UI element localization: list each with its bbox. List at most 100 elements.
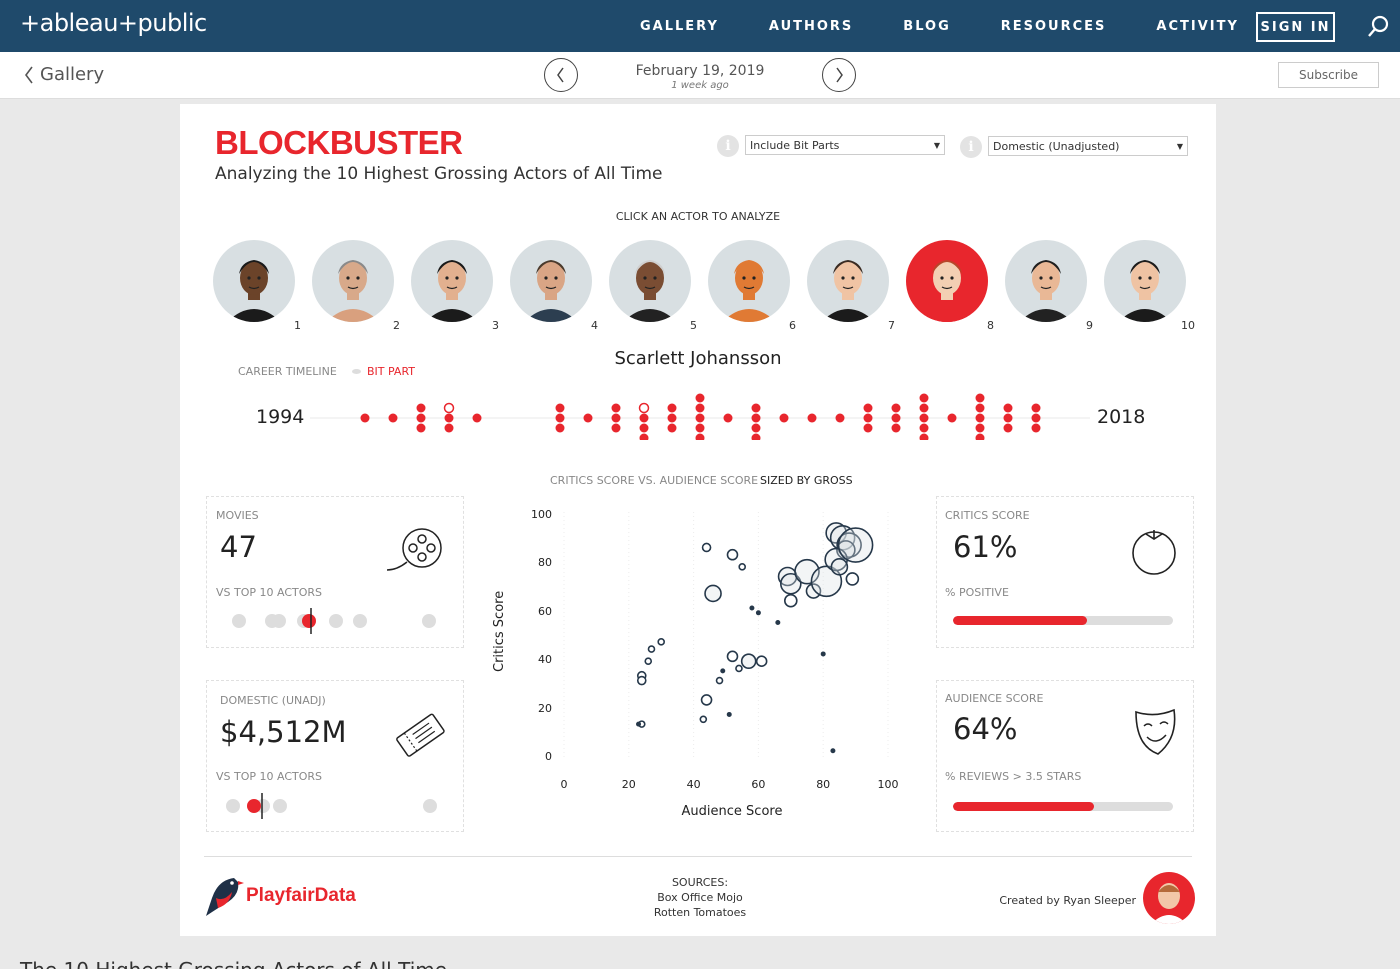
timeline-movie-dot — [555, 423, 565, 433]
search-icon[interactable] — [1367, 14, 1391, 38]
sources-heading: SOURCES: — [671, 876, 729, 889]
audience-sub-label: % REVIEWS > 3.5 STARS — [945, 770, 1082, 783]
info-icon[interactable]: i — [960, 136, 982, 158]
timeline-movie-dot — [807, 413, 817, 423]
actor-face-icon — [1118, 260, 1172, 322]
actor-face-icon — [227, 260, 281, 322]
subscribe-button[interactable]: Subscribe — [1278, 62, 1379, 88]
scatter-size-legend: SIZED BY GROSS — [760, 474, 853, 487]
audience-label: AUDIENCE SCORE — [945, 692, 1044, 705]
ticket-icon — [396, 713, 445, 757]
scatter-x-tick-label: 60 — [751, 778, 766, 791]
timeline-movie-dot — [611, 403, 621, 413]
scatter-movie-bubble — [636, 675, 647, 686]
timeline-end-year: 2018 — [1097, 406, 1146, 428]
timeline-movie-dot — [975, 393, 985, 403]
timeline-movie-dot — [472, 413, 482, 423]
timeline-movie-dot — [695, 403, 705, 413]
critics-value: 61% — [953, 530, 1018, 564]
timeline-movie-dot — [947, 413, 957, 423]
timeline-movie-dot — [583, 413, 593, 423]
chevron-right-icon — [836, 67, 843, 83]
actor-face-icon — [1019, 260, 1073, 322]
scatter-y-tick-label: 100 — [531, 508, 552, 521]
timeline-movie-dot — [919, 413, 929, 423]
timeline-movie-dot — [639, 423, 649, 433]
scatter-movie-bubble — [740, 653, 757, 669]
actor-avatar-5[interactable] — [609, 240, 691, 322]
actor-rank-label: 3 — [492, 319, 499, 332]
caret-down-icon: ▼ — [933, 140, 940, 150]
playfair-brand-text: PlayfairData — [246, 885, 356, 906]
scatter-movie-bubble — [755, 610, 761, 616]
actor-avatar-10[interactable] — [1104, 240, 1186, 322]
sign-in-button[interactable]: SIGN IN — [1256, 12, 1335, 42]
previous-button[interactable] — [544, 58, 578, 92]
scatter-x-tick-label: 100 — [877, 778, 899, 791]
next-button[interactable] — [822, 58, 856, 92]
scatter-movie-bubble — [726, 548, 739, 561]
timeline-movie-dot — [863, 423, 873, 433]
info-icon[interactable]: i — [717, 135, 739, 157]
timeline-movie-dot — [751, 403, 761, 413]
actor-avatar-4[interactable] — [510, 240, 592, 322]
nav-links: GALLERY AUTHORS BLOG RESOURCES ACTIVITY — [640, 0, 1289, 52]
timeline-movie-dot — [1003, 413, 1013, 423]
viz-card: BLOCKBUSTER Analyzing the 10 Highest Gro… — [180, 104, 1216, 936]
actor-rank-label: 5 — [690, 319, 697, 332]
actor-prompt: CLICK AN ACTOR TO ANALYZE — [615, 210, 781, 223]
nav-activity[interactable]: ACTIVITY — [1156, 19, 1239, 34]
timeline-movie-dot — [863, 413, 873, 423]
actor-avatar-9[interactable] — [1005, 240, 1087, 322]
scatter-movie-bubble — [783, 593, 798, 608]
source-box-office-mojo: Box Office Mojo — [657, 891, 743, 904]
playfair-data-logo[interactable]: PlayfairData — [204, 872, 356, 920]
timeline-movie-dot — [975, 423, 985, 433]
actor-avatar-8[interactable] — [906, 240, 988, 322]
timeline-movie-dot — [751, 433, 761, 440]
sub-toolbar: Gallery February 19, 2019 1 week ago Sub… — [0, 52, 1400, 99]
timeline-movie-dot — [919, 403, 929, 413]
actor-rank-label: 7 — [888, 319, 895, 332]
scatter-x-axis-label: Audience Score — [681, 804, 783, 819]
film-reel-icon — [386, 528, 442, 571]
tableau-public-logo[interactable]: +ableau+public — [20, 9, 207, 37]
actor-face-icon — [722, 260, 776, 322]
back-to-gallery-link[interactable]: Gallery — [24, 64, 104, 85]
gross-type-dropdown[interactable]: Domestic (Unadjusted) ▼ — [988, 136, 1188, 156]
actor-avatar-7[interactable] — [807, 240, 889, 322]
actor-avatar-1[interactable] — [213, 240, 295, 322]
actor-avatar-3[interactable] — [411, 240, 493, 322]
timeline-movie-dot — [360, 413, 370, 423]
top-nav: +ableau+public GALLERY AUTHORS BLOG RESO… — [0, 0, 1400, 52]
bit-part-legend-swatch — [352, 369, 361, 374]
nav-resources[interactable]: RESOURCES — [1001, 19, 1107, 34]
movies-label: MOVIES — [216, 509, 259, 522]
movies-comparison[interactable] — [226, 606, 446, 636]
nav-gallery[interactable]: GALLERY — [640, 19, 719, 34]
scatter-movie-bubble — [636, 721, 642, 727]
scatter-movie-bubble — [820, 651, 826, 657]
bit-parts-dropdown[interactable]: Include Bit Parts ▼ — [745, 135, 945, 155]
scatter-movie-bubble — [837, 527, 874, 563]
timeline-movie-dot — [779, 413, 789, 423]
scatter-movie-bubble — [720, 668, 726, 674]
timeline-movie-dot — [667, 403, 677, 413]
nav-authors[interactable]: AUTHORS — [769, 19, 853, 34]
timeline-movie-dot — [639, 433, 649, 440]
actor-rank-label: 1 — [294, 319, 301, 332]
actor-avatar-2[interactable] — [312, 240, 394, 322]
caret-down-icon: ▼ — [1176, 141, 1183, 151]
domestic-comparison[interactable] — [220, 791, 440, 821]
timeline-movie-dot — [388, 413, 398, 423]
actor-avatar-6[interactable] — [708, 240, 790, 322]
author-face-icon — [1151, 883, 1187, 924]
author-avatar[interactable] — [1143, 872, 1195, 924]
gross-type-value: Domestic (Unadjusted) — [993, 139, 1120, 153]
scatter-x-tick-label: 40 — [686, 778, 701, 791]
scatter-x-tick-label: 20 — [621, 778, 636, 791]
career-timeline[interactable] — [310, 390, 1090, 440]
domestic-label: DOMESTIC (UNADJ) — [220, 694, 326, 707]
timeline-movie-dot — [1031, 423, 1041, 433]
nav-blog[interactable]: BLOG — [903, 19, 950, 34]
